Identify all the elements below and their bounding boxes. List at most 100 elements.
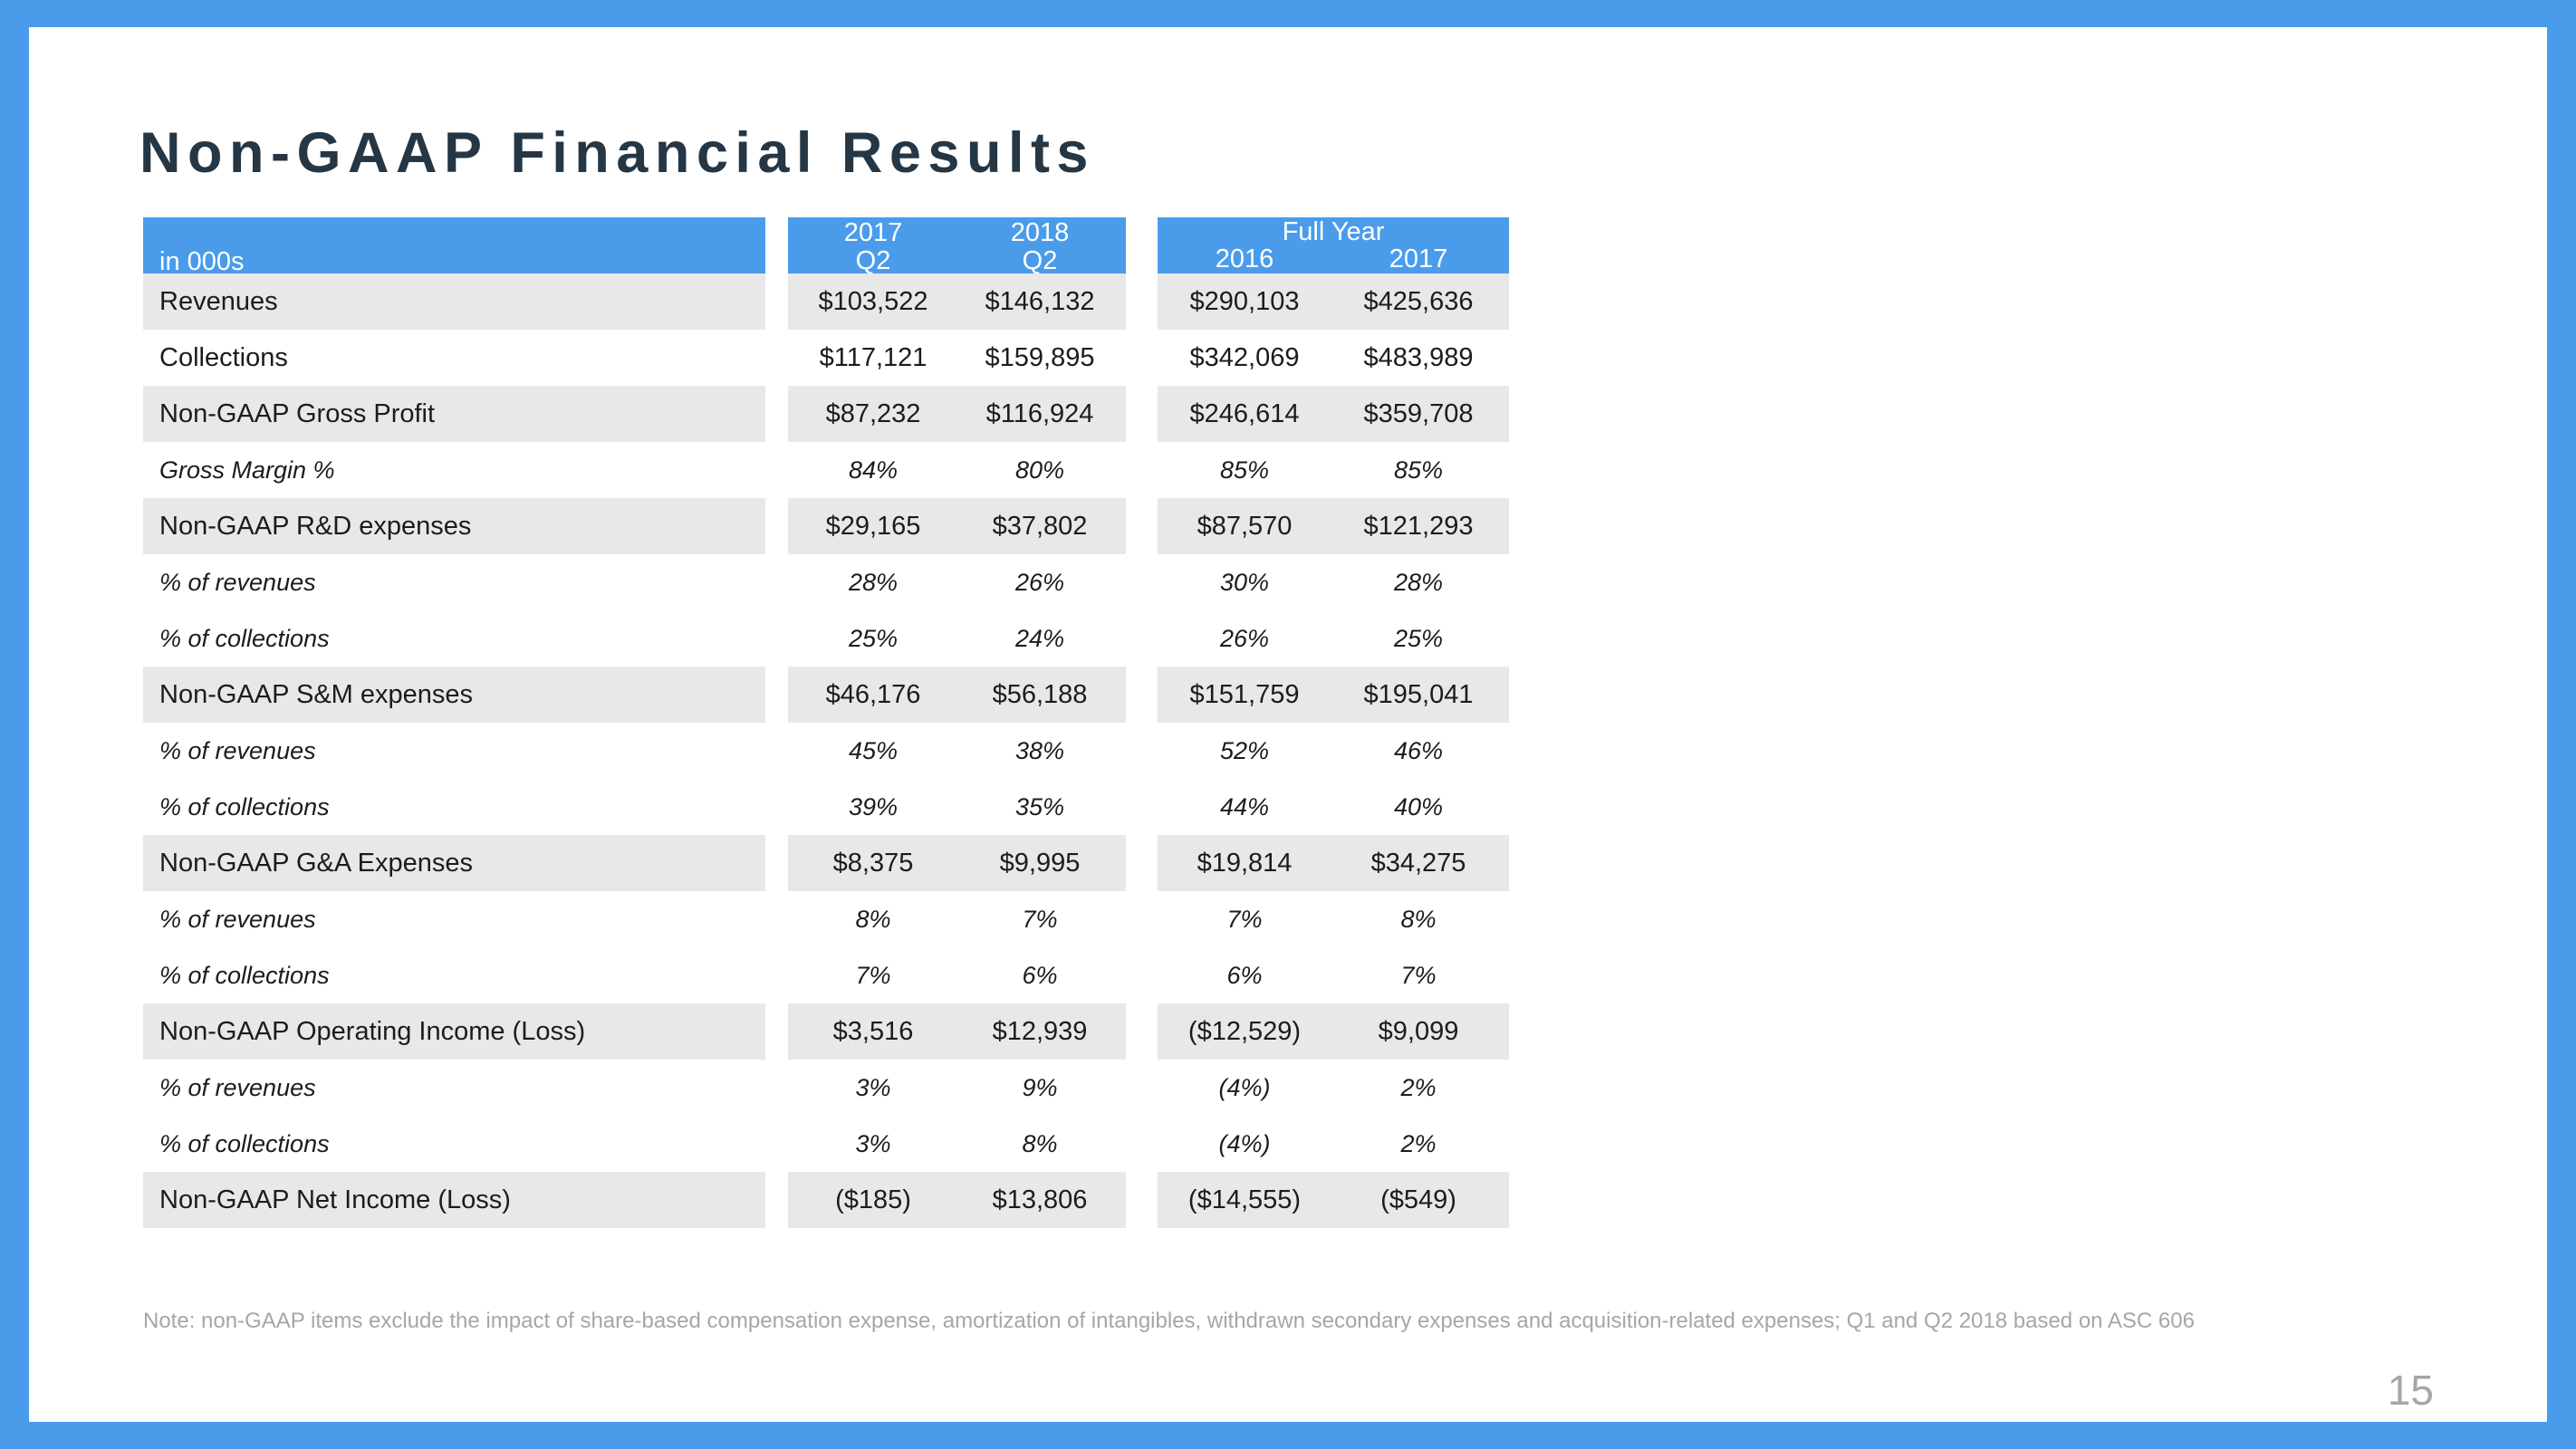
cell-fy-2017: 40% bbox=[1393, 793, 1444, 820]
cell-fy-2017: 85% bbox=[1393, 456, 1444, 484]
row-label: Revenues bbox=[159, 287, 278, 316]
cell-fy-2017: 7% bbox=[1400, 962, 1437, 989]
table-row: % of collections 7% 6% 6% 7% bbox=[143, 947, 1509, 1003]
header-2017-year: 2017 bbox=[843, 218, 903, 247]
cell-2018-q2: 7% bbox=[1022, 906, 1058, 933]
cell-2017-q2: $3,516 bbox=[832, 1017, 914, 1046]
row-label: % of revenues bbox=[159, 569, 316, 596]
row-label: % of collections bbox=[159, 962, 330, 989]
cell-2017-q2: $87,232 bbox=[825, 399, 921, 428]
cell-fy-2017: $9,099 bbox=[1378, 1017, 1459, 1046]
cell-fy-2017: $483,989 bbox=[1363, 343, 1474, 372]
cell-fy-2017: 46% bbox=[1393, 737, 1444, 764]
header-2018-period: Q2 bbox=[1022, 246, 1058, 275]
header-2017-period: Q2 bbox=[855, 246, 891, 275]
row-label: Non-GAAP R&D expenses bbox=[159, 512, 472, 541]
row-label: Non-GAAP S&M expenses bbox=[159, 680, 474, 709]
cell-2018-q2: 9% bbox=[1022, 1074, 1058, 1101]
cell-2018-q2: 6% bbox=[1022, 962, 1058, 989]
header-col-2018-q2: 2018 Q2 bbox=[960, 217, 1120, 275]
slide-canvas: Non-GAAP Financial Results in 000s 2017 … bbox=[29, 27, 2547, 1422]
slide-frame: Non-GAAP Financial Results in 000s 2017 … bbox=[0, 0, 2576, 1449]
table-row: % of collections 3% 8% (4%) 2% bbox=[143, 1116, 1509, 1172]
footnote: Note: non-GAAP items exclude the impact … bbox=[143, 1309, 2195, 1333]
cell-fy-2017: $359,708 bbox=[1363, 399, 1474, 428]
cell-2017-q2: 3% bbox=[855, 1130, 891, 1157]
cell-2017-q2: 7% bbox=[855, 962, 891, 989]
page-title: Non-GAAP Financial Results bbox=[139, 121, 1095, 185]
table-row: Revenues $103,522 $146,132 $290,103 $425,636 bbox=[143, 273, 1509, 330]
cell-2018-q2: 80% bbox=[1014, 456, 1065, 484]
table-row: % of revenues 45% 38% 52% 46% bbox=[143, 723, 1509, 779]
cell-fy-2017: ($549) bbox=[1380, 1185, 1456, 1214]
table-row: % of revenues 8% 7% 7% 8% bbox=[143, 891, 1509, 947]
table-row: % of revenues 28% 26% 30% 28% bbox=[143, 554, 1509, 610]
row-label: % of collections bbox=[159, 793, 330, 820]
cell-fy-2016: (4%) bbox=[1218, 1074, 1271, 1101]
row-label: % of collections bbox=[159, 625, 330, 652]
cell-2018-q2: $159,895 bbox=[985, 343, 1095, 372]
cell-fy-2016: 7% bbox=[1226, 906, 1263, 933]
cell-2017-q2: 45% bbox=[848, 737, 899, 764]
cell-2017-q2: $29,165 bbox=[825, 512, 921, 541]
cell-2017-q2: 84% bbox=[848, 456, 899, 484]
header-fullyear-title: Full Year bbox=[1282, 217, 1385, 246]
row-label: % of revenues bbox=[159, 737, 316, 764]
row-label: Non-GAAP G&A Expenses bbox=[159, 849, 474, 878]
cell-fy-2017: 2% bbox=[1400, 1074, 1437, 1101]
cell-fy-2016: ($12,529) bbox=[1187, 1017, 1302, 1046]
cell-2017-q2: $8,375 bbox=[832, 849, 914, 878]
cell-2017-q2: ($185) bbox=[835, 1185, 911, 1214]
table-header-row: in 000s 2017 Q2 2018 Q2 Full Year 2016 2… bbox=[143, 217, 1509, 276]
cell-fy-2017: $195,041 bbox=[1363, 680, 1474, 709]
page-number: 15 bbox=[2387, 1367, 2434, 1414]
cell-fy-2016: 52% bbox=[1219, 737, 1270, 764]
cell-fy-2016: 6% bbox=[1226, 962, 1263, 989]
table-body: Revenues $103,522 $146,132 $290,103 $425,636… bbox=[143, 273, 1509, 1228]
cell-fy-2017: $121,293 bbox=[1363, 512, 1474, 541]
cell-fy-2017: 28% bbox=[1393, 569, 1444, 596]
table-row: Non-GAAP G&A Expenses $8,375 $9,995 $19,814… bbox=[143, 835, 1509, 891]
row-label: Collections bbox=[159, 343, 288, 372]
cell-2018-q2: $13,806 bbox=[992, 1185, 1088, 1214]
financial-results-table: in 000s 2017 Q2 2018 Q2 Full Year 2016 2… bbox=[143, 217, 1509, 1228]
cell-fy-2017: 2% bbox=[1400, 1130, 1437, 1157]
table-row: Non-GAAP S&M expenses $46,176 $56,188 $151,… bbox=[143, 667, 1509, 723]
cell-fy-2016: $19,814 bbox=[1197, 849, 1293, 878]
cell-2018-q2: 26% bbox=[1014, 569, 1065, 596]
cell-2017-q2: $117,121 bbox=[819, 343, 928, 372]
cell-2017-q2: 25% bbox=[848, 625, 899, 652]
header-col-2017-q2: 2017 Q2 bbox=[793, 217, 953, 275]
cell-fy-2016: $246,614 bbox=[1189, 399, 1300, 428]
cell-fy-2016: (4%) bbox=[1218, 1130, 1271, 1157]
cell-2018-q2: 8% bbox=[1022, 1130, 1058, 1157]
cell-fy-2017: 25% bbox=[1393, 625, 1444, 652]
cell-fy-2017: $34,275 bbox=[1370, 849, 1466, 878]
table-row: Non-GAAP R&D expenses $29,165 $37,802 $87,5… bbox=[143, 498, 1509, 554]
cell-2017-q2: $103,522 bbox=[818, 287, 928, 316]
header-2018-year: 2018 bbox=[1010, 218, 1070, 247]
cell-2018-q2: 35% bbox=[1014, 793, 1065, 820]
cell-2017-q2: 8% bbox=[855, 906, 891, 933]
table-row: Gross Margin % 84% 80% 85% 85% bbox=[143, 442, 1509, 498]
cell-fy-2016: 26% bbox=[1219, 625, 1270, 652]
cell-2018-q2: $146,132 bbox=[985, 287, 1095, 316]
cell-fy-2016: 44% bbox=[1219, 793, 1270, 820]
row-label: Non-GAAP Net Income (Loss) bbox=[159, 1185, 511, 1214]
row-label: Gross Margin % bbox=[159, 456, 335, 484]
cell-fy-2016: 30% bbox=[1219, 569, 1270, 596]
row-label: % of collections bbox=[159, 1130, 330, 1157]
cell-2017-q2: 3% bbox=[855, 1074, 891, 1101]
table-row: % of collections 25% 24% 26% 25% bbox=[143, 610, 1509, 667]
row-label: Non-GAAP Gross Profit bbox=[159, 399, 436, 428]
cell-2018-q2: 38% bbox=[1014, 737, 1065, 764]
cell-fy-2016: $290,103 bbox=[1189, 287, 1300, 316]
cell-2018-q2: $56,188 bbox=[992, 680, 1088, 709]
cell-fy-2016: $87,570 bbox=[1197, 512, 1293, 541]
cell-fy-2016: $151,759 bbox=[1189, 680, 1300, 709]
cell-fy-2017: $425,636 bbox=[1363, 287, 1474, 316]
table-row: Non-GAAP Net Income (Loss) ($185) $13,806 (… bbox=[143, 1172, 1509, 1228]
cell-2018-q2: $37,802 bbox=[992, 512, 1088, 541]
cell-fy-2017: 8% bbox=[1400, 906, 1437, 933]
header-fullyear-2017: 2017 bbox=[1389, 245, 1448, 273]
